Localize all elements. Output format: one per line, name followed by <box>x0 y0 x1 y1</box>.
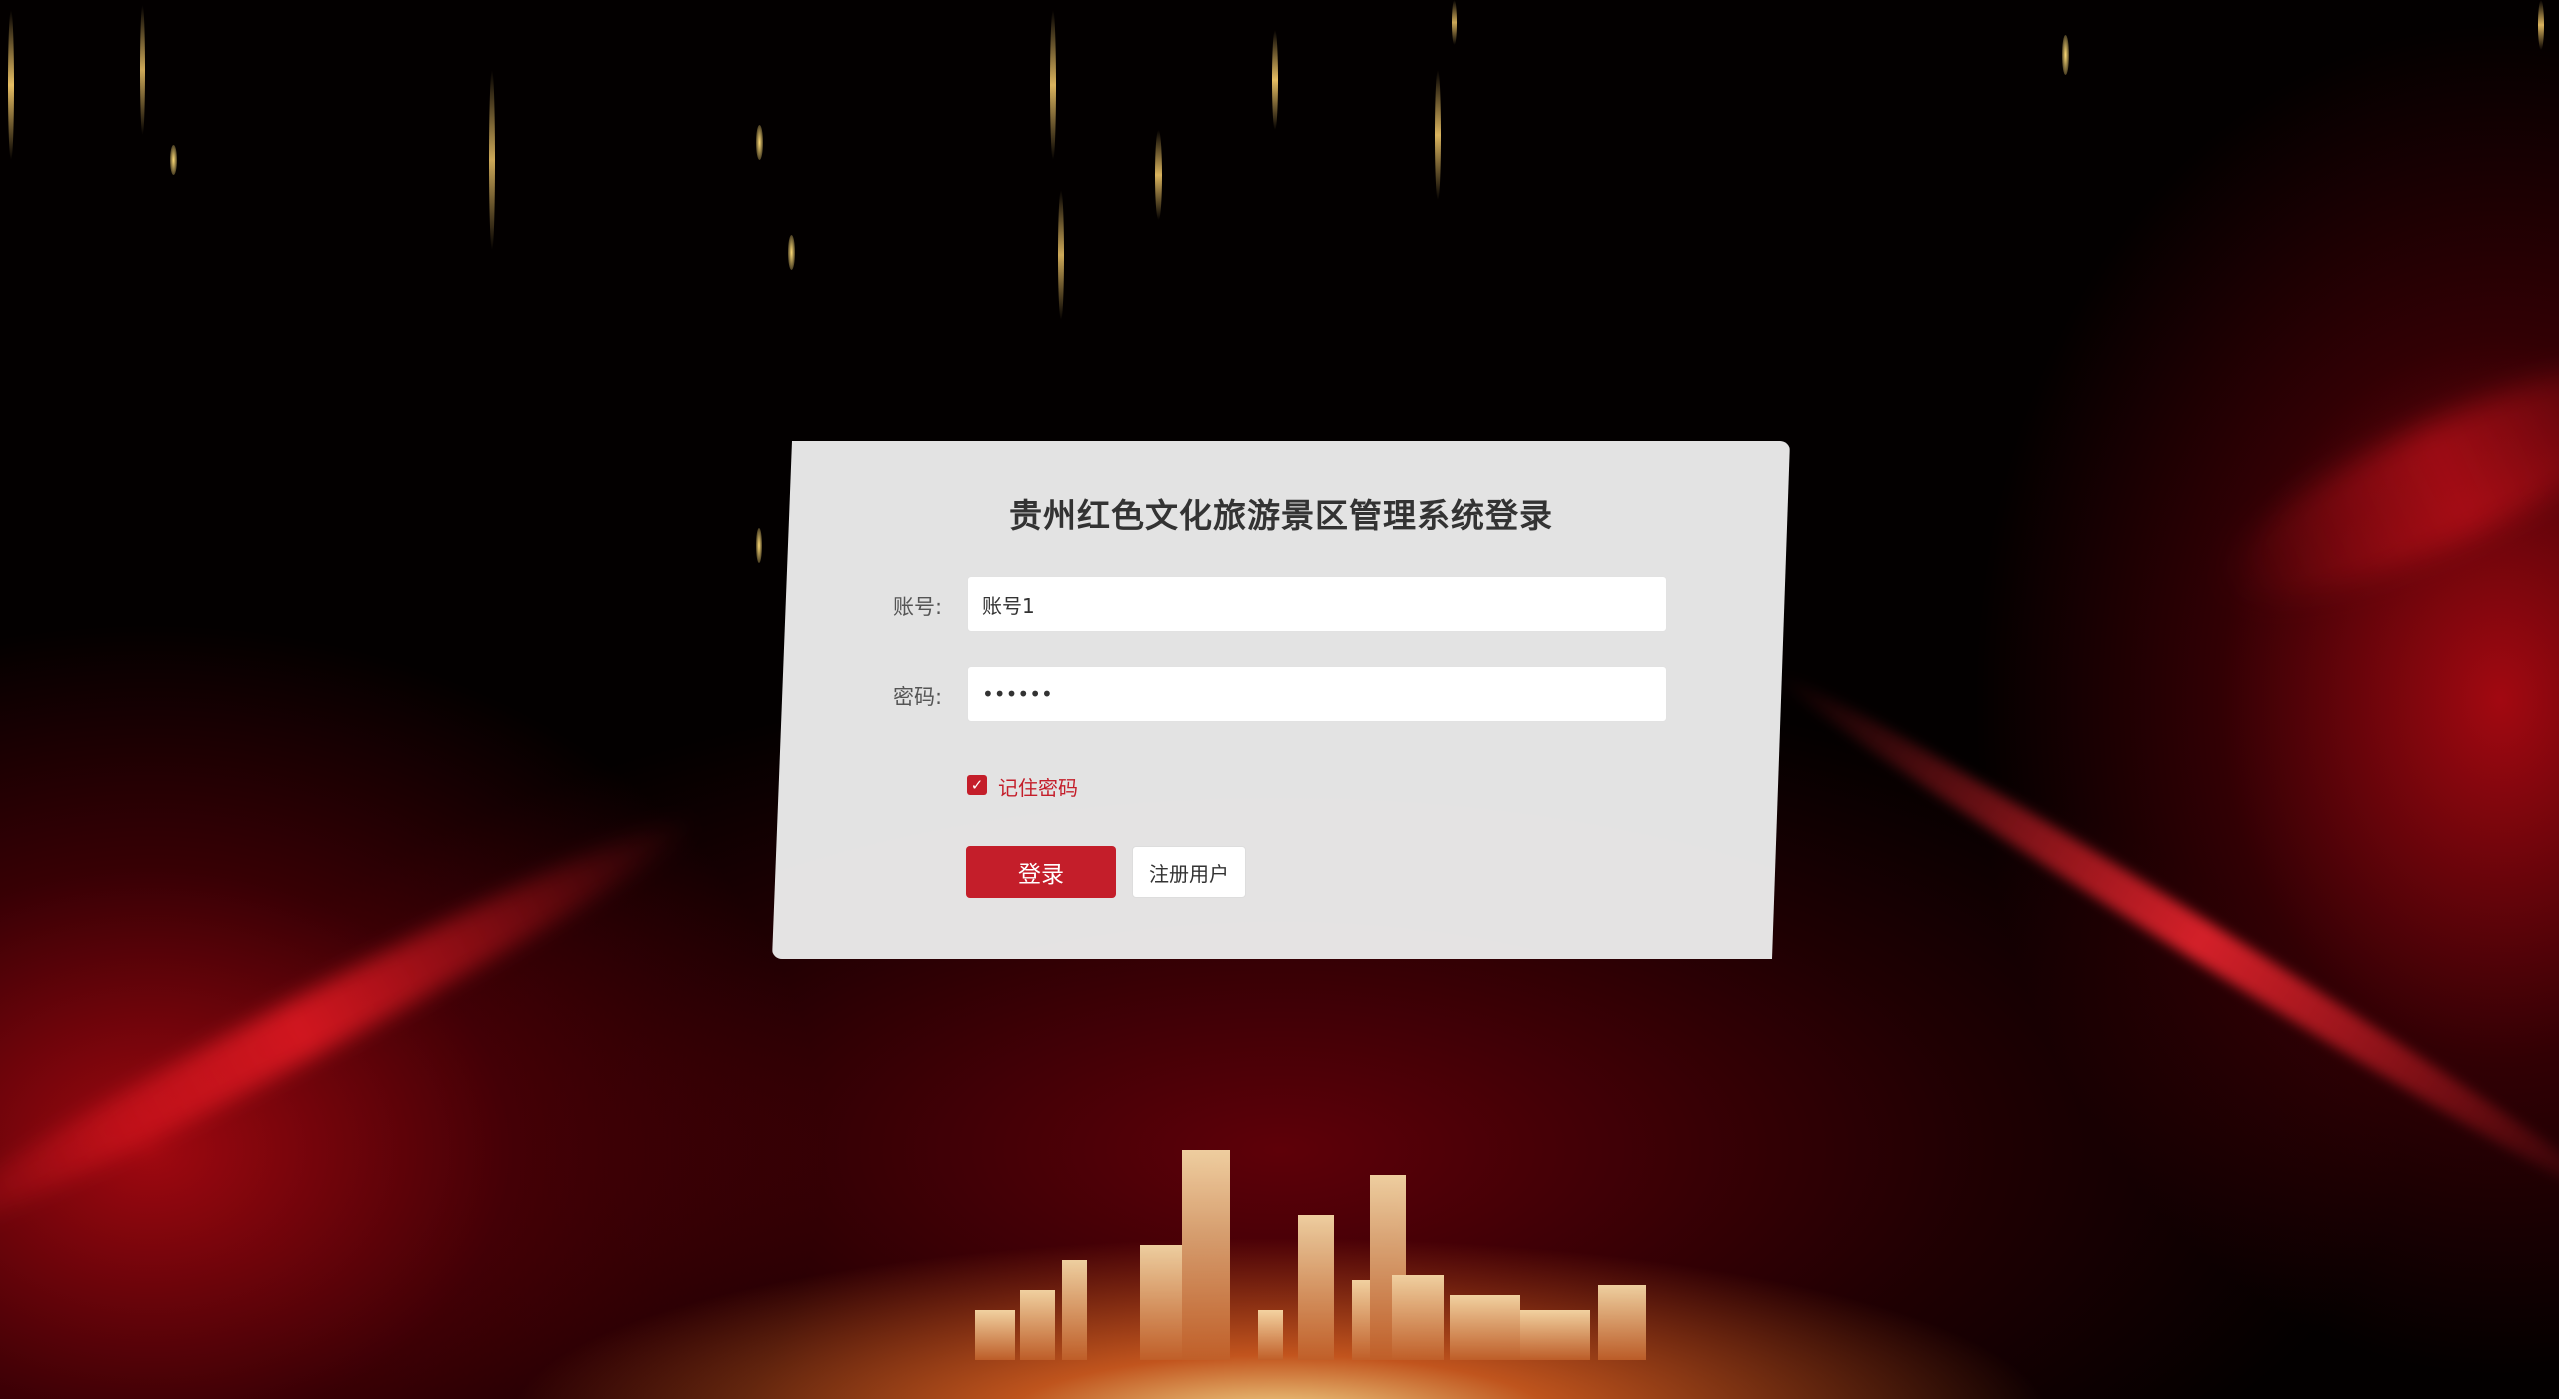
login-card: 贵州红色文化旅游景区管理系统登录 账号: 账号1 密码: •••••• ✓ 记住… <box>772 441 1790 959</box>
register-button[interactable]: 注册用户 <box>1132 846 1246 898</box>
login-button[interactable]: 登录 <box>966 846 1116 898</box>
remember-password-checkbox[interactable]: ✓ <box>967 775 987 795</box>
password-input[interactable]: •••••• <box>967 666 1667 722</box>
account-input[interactable]: 账号1 <box>967 576 1667 632</box>
password-label: 密码: <box>893 685 943 709</box>
account-label: 账号: <box>893 595 943 619</box>
page-title: 贵州红色文化旅游景区管理系统登录 <box>1009 496 1553 535</box>
remember-password-label[interactable]: 记住密码 <box>998 772 1078 801</box>
